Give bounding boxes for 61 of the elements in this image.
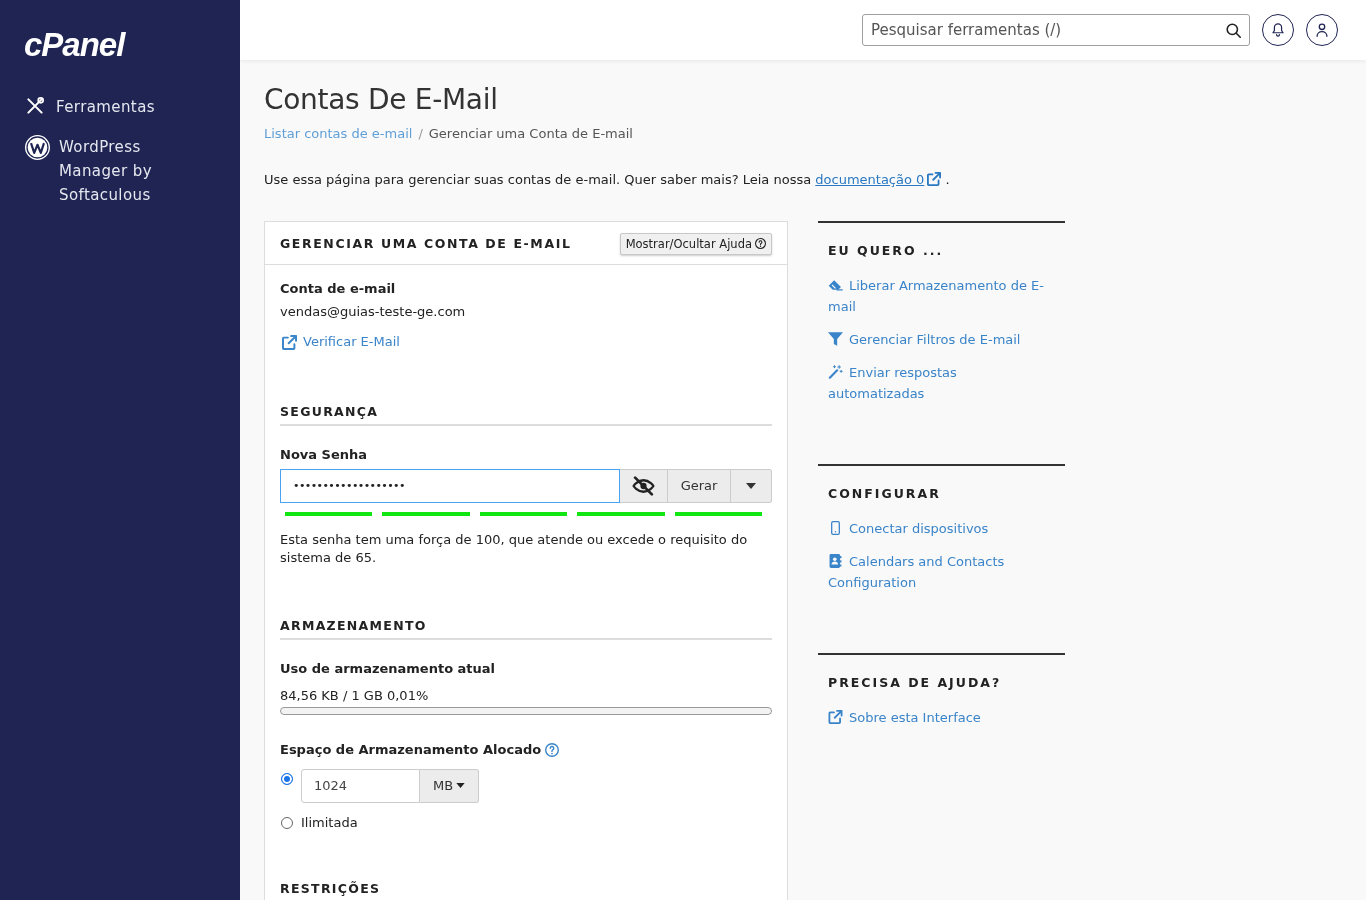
section-heading: PRECISA DE AJUDA? [828, 674, 1003, 692]
generate-password-button[interactable]: Gerar [668, 468, 731, 503]
page-title: Contas De E-Mail [264, 82, 499, 118]
quota-input[interactable]: 1024 [301, 768, 420, 803]
action-link[interactable]: Sobre esta Interface [828, 707, 1055, 728]
section-heading: CONFIGURAR [828, 485, 942, 503]
radio-label: Ilimitada [301, 813, 358, 832]
question-circle-icon [755, 238, 766, 249]
mobile-phone-icon [828, 521, 843, 535]
breadcrumb-link[interactable]: Listar contas de e-mail [264, 124, 413, 144]
magic-wand-icon [828, 365, 843, 379]
strength-description: Esta senha tem uma força de 100, que atende ou excede o requisito do sistema de 65. [280, 530, 749, 567]
password-field[interactable]: ••••••••••••••••••• [280, 468, 620, 503]
radio-button[interactable] [281, 772, 293, 785]
external-link-icon [282, 334, 297, 350]
radio-button[interactable] [281, 816, 293, 829]
section-heading: SEGURANÇA [280, 401, 772, 426]
question-circle-icon[interactable] [545, 742, 560, 757]
funnel-icon [828, 332, 843, 346]
eraser-icon [828, 278, 843, 292]
action-link[interactable]: Liberar Armazenamento de E-mail [828, 275, 1055, 317]
user-menu-button[interactable] [1306, 14, 1338, 46]
action-link[interactable]: Enviar respostas automatizadas [828, 362, 1055, 404]
unit-dropdown[interactable]: MB [420, 768, 479, 803]
help-toggle-button[interactable]: Mostrar/Ocultar Ajuda [619, 232, 772, 255]
external-link-icon [828, 710, 843, 724]
verify-email-link[interactable]: Verificar E-Mail [280, 332, 400, 352]
caret-down-icon [456, 783, 466, 788]
generate-options-button[interactable] [731, 468, 772, 503]
search-field[interactable]: Pesquisar ferramentas (/) [862, 14, 1250, 46]
field-label: Espaço de Armazenamento Alocado [280, 740, 542, 759]
sidebar-item[interactable]: Ferramentas [24, 95, 164, 119]
action-link[interactable]: Gerenciar Filtros de E-mail [828, 329, 1055, 350]
field-label: Uso de armazenamento atual [280, 659, 497, 678]
action-link[interactable]: Calendars and Contacts Configuration [828, 551, 1055, 593]
bell-icon [1272, 23, 1284, 37]
toggle-visibility-button[interactable] [620, 468, 668, 503]
breadcrumb-current: Gerenciar uma Conta de E-mail [428, 125, 633, 143]
field-label: Conta de e-mail [280, 280, 397, 298]
breadcrumb-separator: / [417, 125, 424, 143]
section-heading: ARMAZENAMENTO [280, 615, 772, 640]
crossed-tools-icon [26, 97, 44, 115]
intro-text: Use essa página para gerenciar suas contas de e-mail. Quer saber mais? Leia nossa documentação 0 . [264, 171, 951, 189]
section-heading: RESTRIÇÕES [280, 879, 382, 898]
cpanel-logo[interactable]: cPanel [24, 28, 125, 62]
notifications-button[interactable] [1262, 14, 1294, 46]
documentation-link[interactable]: documentação 0 [815, 172, 942, 187]
external-link-icon [927, 172, 942, 186]
sidebar-item[interactable]: WordPress Manager by Softaculous [24, 135, 164, 207]
field-label: Nova Senha [280, 445, 369, 464]
usage-text: 84,56 KB / 1 GB 0,01% [280, 686, 430, 705]
wordpress-logo-icon [25, 135, 50, 160]
eye-slash-icon [632, 475, 655, 496]
search-icon [1226, 23, 1241, 38]
panel-title: GERENCIAR UMA CONTA DE E-MAIL [280, 235, 572, 251]
user-icon [1316, 23, 1328, 37]
caret-down-icon [746, 482, 756, 489]
address-book-icon [828, 554, 843, 568]
section-heading: EU QUERO ... [828, 242, 945, 260]
action-link[interactable]: Conectar dispositivos [828, 518, 1055, 539]
email-address: vendas@guias-teste-ge.com [280, 303, 467, 321]
